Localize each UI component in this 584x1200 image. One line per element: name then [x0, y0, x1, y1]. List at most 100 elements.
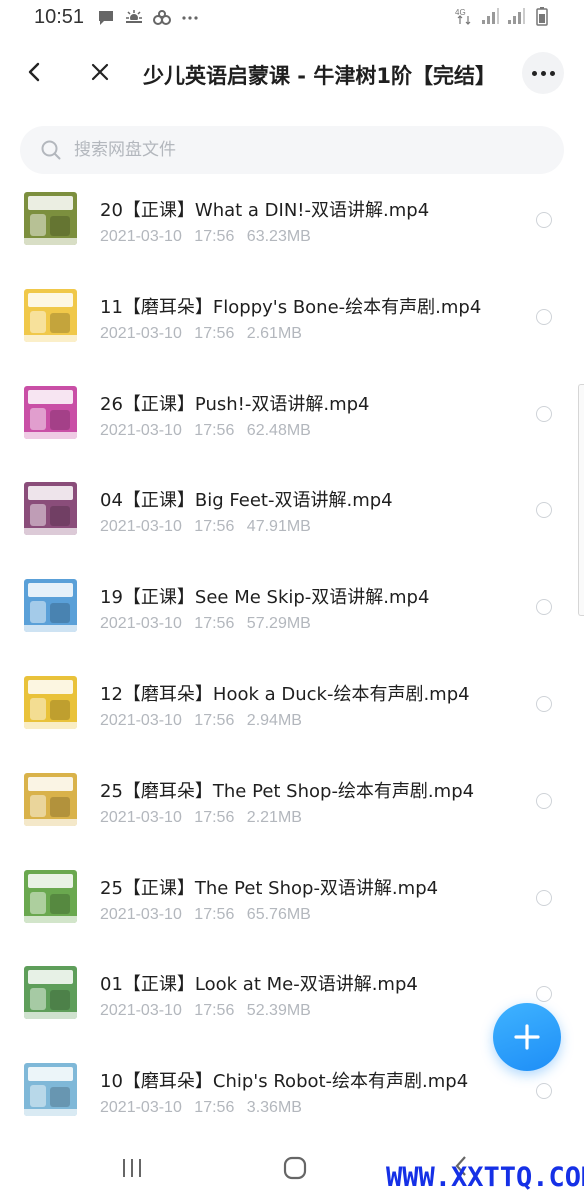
- book-cover-image: [24, 966, 77, 1020]
- book-cover-image: [24, 482, 77, 536]
- signal-icon: [482, 8, 499, 24]
- select-radio[interactable]: [536, 986, 552, 1003]
- file-size: 3.36MB: [246, 1099, 302, 1117]
- file-name: 20【正课】What a DIN!-双语讲解.mp4: [100, 200, 430, 221]
- more-horizontal-icon: [531, 70, 537, 76]
- file-name: 11【磨耳朵】Floppy's Bone-绘本有声剧.mp4: [100, 296, 482, 318]
- file-date: 2021-03-10: [100, 1002, 182, 1020]
- file-thumbnail: [24, 675, 77, 729]
- file-date: 2021-03-10: [100, 518, 182, 536]
- select-radio[interactable]: [536, 695, 552, 712]
- file-size: 57.29MB: [246, 615, 311, 633]
- more-horizontal-icon-dot: [540, 70, 546, 76]
- select-radio[interactable]: [536, 1083, 552, 1100]
- chevron-left-icon: [28, 62, 40, 82]
- file-meta: 2021-03-10 17:56 63.23MB: [100, 228, 311, 246]
- 4g-data-icon: 4G: [455, 8, 471, 25]
- file-date: 2021-03-10: [100, 615, 182, 633]
- file-size: 65.76MB: [246, 905, 311, 923]
- file-list-item[interactable]: 25【磨耳朵】The Pet Shop-绘本有声剧.mp4 2021-03-10…: [0, 769, 584, 866]
- more-dots-icon: [182, 16, 198, 20]
- file-thumbnail: [24, 482, 77, 536]
- file-name: 10【磨耳朵】Chip's Robot-绘本有声剧.mp4: [100, 1071, 469, 1093]
- header: 少儿英语启蒙课 - 牛津树1阶【完结】: [0, 44, 584, 102]
- plus-icon: [514, 1024, 540, 1050]
- file-meta: 2021-03-10 17:56 62.48MB: [100, 422, 311, 440]
- close-icon: [91, 63, 109, 81]
- file-meta: 2021-03-10 17:56 2.21MB: [100, 809, 302, 827]
- file-name: 12【磨耳朵】Hook a Duck-绘本有声剧.mp4: [100, 683, 470, 705]
- select-radio[interactable]: [536, 212, 552, 228]
- file-time: 17:56: [194, 1002, 235, 1020]
- file-list-item[interactable]: 12【磨耳朵】Hook a Duck-绘本有声剧.mp4 2021-03-10 …: [0, 672, 584, 769]
- battery-icon: [536, 7, 548, 26]
- status-notification-icons: [96, 8, 200, 28]
- book-cover-image: [24, 579, 77, 633]
- file-time: 17:56: [194, 1099, 235, 1117]
- file-time: 17:56: [194, 615, 235, 633]
- book-cover-image: [24, 675, 77, 729]
- file-name: 25【正课】The Pet Shop-双语讲解.mp4: [100, 877, 439, 899]
- file-date: 2021-03-10: [100, 905, 182, 923]
- home-icon[interactable]: [283, 1156, 307, 1180]
- file-name: 19【正课】See Me Skip-双语讲解.mp4: [100, 587, 430, 609]
- book-cover-image: [24, 192, 77, 245]
- file-time: 17:56: [194, 228, 235, 245]
- file-name: 01【正课】Look at Me-双语讲解.mp4: [100, 974, 418, 996]
- file-list: 20【正课】What a DIN!-双语讲解.mp4 2021-03-10 17…: [0, 188, 584, 1156]
- book-cover-image: [24, 869, 77, 923]
- file-thumbnail: [24, 579, 77, 633]
- file-size: 62.48MB: [246, 421, 311, 439]
- file-name: 25【磨耳朵】The Pet Shop-绘本有声剧.mp4: [100, 780, 475, 802]
- search-input[interactable]: [74, 140, 494, 160]
- file-list-item[interactable]: 26【正课】Push!-双语讲解.mp4 2021-03-10 17:56 62…: [0, 382, 584, 479]
- back-button[interactable]: [18, 56, 50, 88]
- file-date: 2021-03-10: [100, 324, 182, 342]
- file-list-item[interactable]: 04【正课】Big Feet-双语讲解.mp4 2021-03-10 17:56…: [0, 478, 584, 575]
- file-time: 17:56: [194, 711, 235, 729]
- file-date: 2021-03-10: [100, 808, 182, 826]
- more-horizontal-icon-dot: [549, 70, 555, 76]
- file-list-item[interactable]: 25【正课】The Pet Shop-双语讲解.mp4 2021-03-10 1…: [0, 866, 584, 963]
- file-meta: 2021-03-10 17:56 3.36MB: [100, 1099, 302, 1117]
- recent-apps-icon[interactable]: [120, 1156, 144, 1180]
- app-icon: [153, 10, 171, 25]
- select-radio[interactable]: [536, 889, 552, 906]
- file-time: 17:56: [194, 421, 235, 439]
- file-thumbnail: [24, 1063, 77, 1117]
- file-thumbnail: [24, 772, 77, 826]
- select-radio[interactable]: [536, 792, 552, 809]
- search-bar[interactable]: [20, 126, 564, 174]
- status-bar: 10:51 4G: [0, 0, 584, 36]
- page-title: 少儿英语启蒙课 - 牛津树1阶【完结】: [143, 64, 496, 88]
- file-date: 2021-03-10: [100, 228, 182, 245]
- file-name: 04【正课】Big Feet-双语讲解.mp4: [100, 490, 393, 512]
- file-list-item[interactable]: 20【正课】What a DIN!-双语讲解.mp4 2021-03-10 17…: [0, 188, 584, 285]
- select-radio[interactable]: [536, 502, 552, 519]
- select-radio[interactable]: [536, 405, 552, 422]
- file-meta: 2021-03-10 17:56 2.61MB: [100, 325, 302, 343]
- add-button[interactable]: [493, 1003, 561, 1071]
- file-time: 17:56: [194, 518, 235, 536]
- file-meta: 2021-03-10 17:56 57.29MB: [100, 615, 311, 633]
- file-date: 2021-03-10: [100, 1099, 182, 1117]
- close-button[interactable]: [84, 56, 116, 88]
- book-cover-image: [24, 288, 77, 342]
- file-list-item[interactable]: 11【磨耳朵】Floppy's Bone-绘本有声剧.mp4 2021-03-1…: [0, 285, 584, 382]
- signal-icon: [508, 8, 525, 24]
- chat-icon: [99, 11, 113, 25]
- file-thumbnail: [24, 385, 77, 439]
- file-thumbnail: [24, 966, 77, 1020]
- file-time: 17:56: [194, 808, 235, 826]
- file-size: 2.61MB: [246, 324, 302, 342]
- more-options-button[interactable]: [522, 52, 564, 94]
- select-radio[interactable]: [536, 599, 552, 616]
- file-list-item[interactable]: 19【正课】See Me Skip-双语讲解.mp4 2021-03-10 17…: [0, 575, 584, 672]
- select-radio[interactable]: [536, 308, 552, 325]
- file-size: 47.91MB: [246, 518, 311, 536]
- file-size: 63.23MB: [246, 228, 311, 245]
- file-date: 2021-03-10: [100, 711, 182, 729]
- file-time: 17:56: [194, 905, 235, 923]
- file-name: 26【正课】Push!-双语讲解.mp4: [100, 393, 370, 415]
- scrollbar[interactable]: [578, 384, 584, 616]
